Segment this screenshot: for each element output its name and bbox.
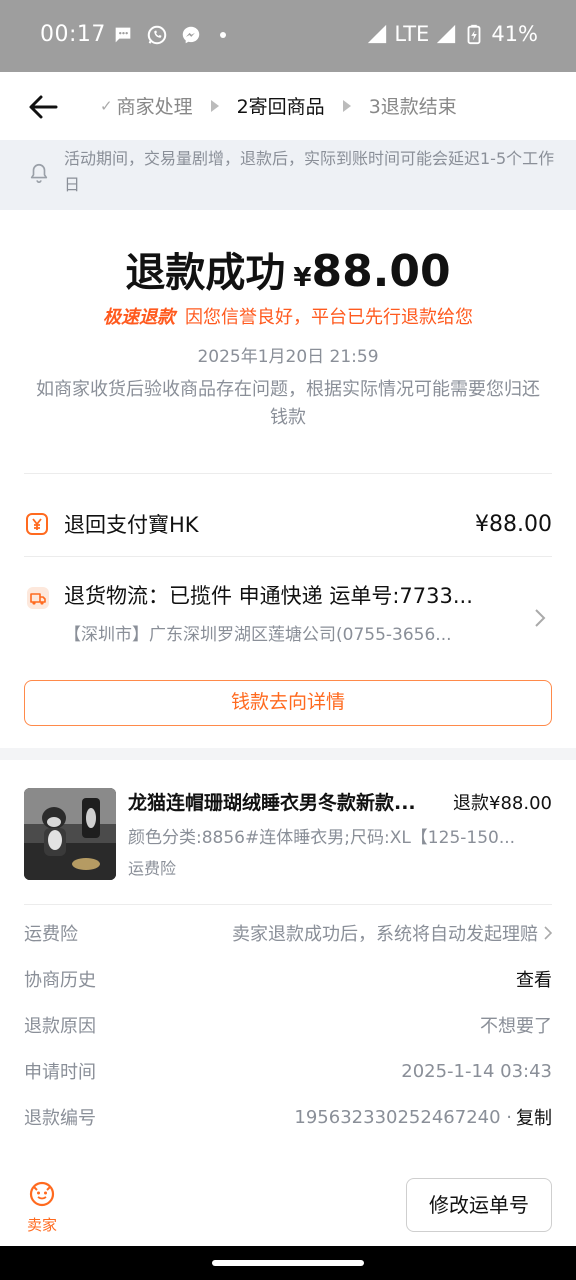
divider (24, 556, 552, 557)
product-title[interactable]: 龙猫连帽珊瑚绒睡衣男冬款新款... (128, 788, 428, 815)
info-row-shipping-insurance[interactable]: 运费险 卖家退款成功后，系统将自动发起理赔 (24, 918, 552, 948)
signal-icon (368, 24, 387, 44)
refund-status: 退款成功 (125, 250, 286, 296)
chevron-right-icon (535, 609, 546, 627)
view-history-link[interactable]: 查看 (516, 966, 552, 992)
yen-wallet-icon (26, 513, 48, 535)
currency-symbol: ¥ (293, 263, 312, 293)
refund-destination-label: 退回支付寶HK (64, 513, 199, 537)
status-bar: 00:17 LTE 41% (0, 0, 576, 72)
contact-seller-button[interactable]: 卖家 (24, 1180, 60, 1235)
product-refund-amount: 退款¥88.00 (453, 793, 552, 814)
divider (24, 473, 552, 474)
divider (24, 904, 552, 905)
info-row-refund-reason: 退款原因 不想要了 (24, 1010, 552, 1040)
info-key: 退款原因 (24, 1016, 96, 1037)
fast-refund-badge: 极速退款 (103, 307, 175, 328)
money-destination-button[interactable]: 钱款去向详情 (24, 680, 552, 726)
messenger-icon (182, 26, 200, 44)
step-arrow-icon (210, 99, 219, 112)
info-value: 2025-1-14 03:43 (401, 1060, 552, 1082)
refund-summary-card: 退款成功 ¥88.00 极速退款 因您信誉良好，平台已先行退款给您 2025年1月2… (0, 210, 576, 748)
info-value: 卖家退款成功后，系统将自动发起理赔 (232, 920, 552, 946)
whatsapp-icon (147, 25, 167, 45)
info-row-apply-time: 申请时间 2025-1-14 03:43 (24, 1056, 552, 1086)
step-label: 3退款结束 (368, 96, 457, 118)
back-arrow-icon[interactable] (26, 90, 60, 124)
truck-icon (27, 587, 49, 609)
refund-destination-amount: ¥88.00 (475, 511, 552, 537)
more-notifications-dot (220, 32, 226, 38)
progress-steps: ✓ 商家处理 2寄回商品 3退款结束 (100, 92, 457, 119)
bell-icon (30, 163, 48, 183)
info-value: 195632330252467240 · 复制 (294, 1104, 552, 1130)
fast-refund-message: 因您信誉良好，平台已先行退款给您 (185, 307, 473, 328)
step-return-goods: 2寄回商品 (237, 92, 325, 119)
battery-icon (467, 24, 481, 45)
network-label: LTE (394, 22, 430, 46)
step-label: 2寄回商品 (236, 96, 325, 118)
status-time: 00:17 (40, 22, 106, 47)
section-gap (0, 748, 576, 760)
info-key: 申请时间 (24, 1062, 96, 1083)
step-merchant-processing: ✓ 商家处理 (100, 92, 193, 119)
refund-description: 如商家收货后验收商品存在问题，根据实际情况可能需要您归还钱款 (36, 379, 540, 428)
refund-number: 195632330252467240 · (294, 1106, 512, 1128)
refund-date: 2025年1月20日 21:59 (197, 347, 379, 367)
copy-button[interactable]: 复制 (516, 1104, 552, 1130)
product-spec: 颜色分类:8856#连体睡衣男;尺码:XL【125-150... (128, 828, 516, 848)
logistics-status: 退货物流：已揽件 申通快递 运单号:7733... (64, 584, 473, 608)
info-value: 不想要了 (480, 1016, 552, 1037)
edit-tracking-number-button[interactable]: 修改运单号 (406, 1178, 552, 1232)
refund-headline: 退款成功 ¥88.00 (0, 240, 576, 298)
logistics-location: 【深圳市】广东深圳罗湖区莲塘公司(0755-3656... (64, 625, 452, 645)
home-gesture-pill[interactable] (212, 1260, 364, 1266)
notice-text: 活动期间，交易量剧增，退款后，实际到账时间可能会延迟1-5个工作日 (64, 149, 555, 194)
order-detail-card: 龙猫连帽珊瑚绒睡衣男冬款新款... 退款¥88.00 颜色分类:8856#连体睡… (0, 760, 576, 1180)
step-refund-complete: 3退款结束 (369, 92, 457, 119)
step-label: 商家处理 (116, 96, 193, 118)
bottom-action-bar: 卖家 修改运单号 (0, 1170, 576, 1246)
info-key: 协商历史 (24, 970, 96, 991)
system-navigation-bar (0, 1246, 576, 1280)
battery-percent: 41% (491, 22, 538, 46)
delay-notice: 活动期间，交易量剧增，退款后，实际到账时间可能会延迟1-5个工作日 (0, 140, 576, 210)
refund-destination-row: 退回支付寶HK ¥88.00 (24, 504, 552, 544)
info-key: 退款编号 (24, 1108, 96, 1129)
step-arrow-icon (342, 99, 351, 112)
fast-refund-line: 极速退款 因您信誉良好，平台已先行退款给您 (0, 303, 576, 329)
product-thumbnail[interactable] (24, 788, 116, 880)
nav-bar: ✓ 商家处理 2寄回商品 3退款结束 (0, 72, 576, 140)
status-right: LTE 41% (366, 22, 538, 46)
info-row-negotiation-history: 协商历史 查看 (24, 964, 552, 994)
chevron-right-icon (544, 926, 552, 940)
refund-amount: 88.00 (311, 246, 451, 297)
info-key: 运费险 (24, 924, 78, 945)
info-value-text: 卖家退款成功后，系统将自动发起理赔 (232, 924, 538, 945)
signal-icon-2 (437, 24, 456, 44)
info-row-refund-number: 退款编号 195632330252467240 · 复制 (24, 1102, 552, 1132)
chat-bubble-icon (115, 27, 131, 43)
notification-icons (112, 24, 226, 46)
product-insurance-tag: 运费险 (128, 859, 177, 878)
seller-label: 卖家 (26, 1216, 57, 1234)
check-icon: ✓ (100, 96, 113, 115)
product-image (24, 788, 116, 880)
seller-face-icon (29, 1181, 55, 1207)
